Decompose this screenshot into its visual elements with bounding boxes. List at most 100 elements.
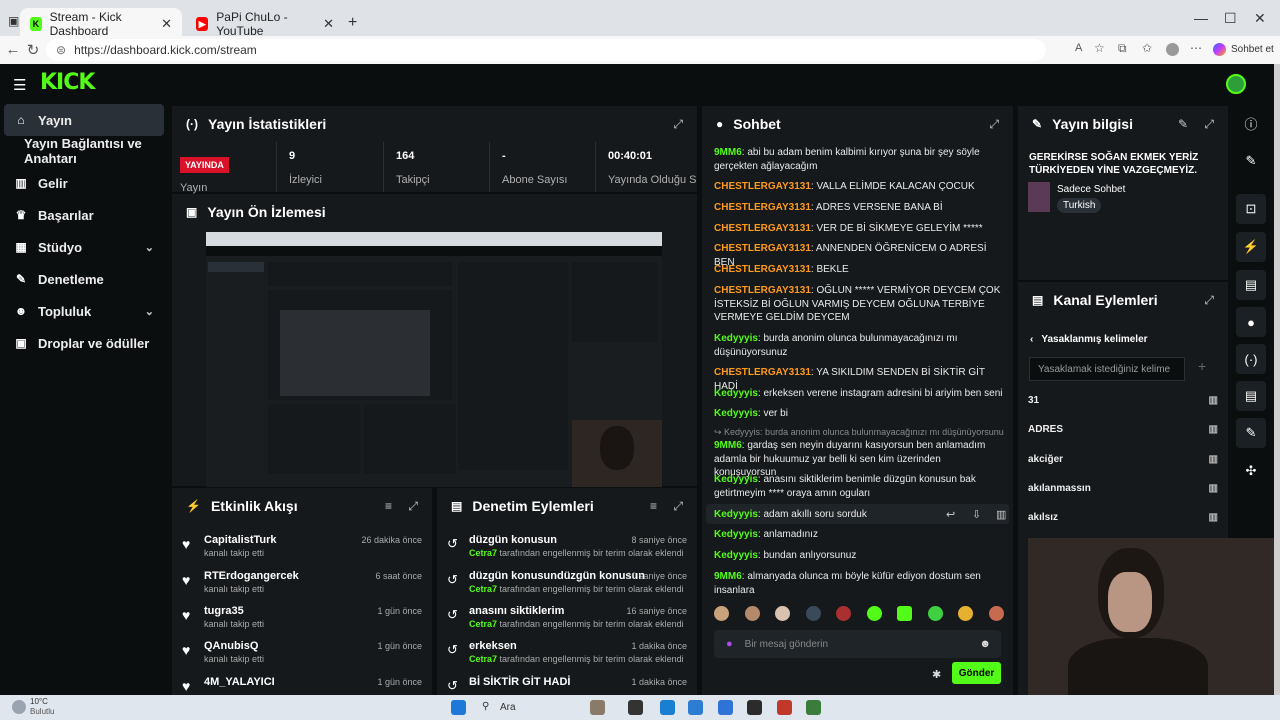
chat-message[interactable]: 9MM6: almanyada olunca mı böyle küfür ed… [714,570,1004,597]
chat-message[interactable]: Kedyyyis: ver bi [714,407,1004,421]
edit-icon[interactable]: ✎ [1236,146,1266,176]
emote-icon[interactable] [805,606,821,621]
read-aloud-icon[interactable]: A [1075,42,1082,54]
stream-preview-video[interactable] [206,232,662,487]
chat-username[interactable]: Kedyyyis [714,550,758,561]
chat-username[interactable]: Kedyyyis [714,408,758,419]
trash-icon[interactable]: ▥ [1209,454,1218,465]
new-tab-icon[interactable]: + [348,14,357,32]
info-icon[interactable]: ⓘ [1236,108,1266,138]
filter-icon[interactable]: ≡ [385,499,392,513]
taskbar-app-icon[interactable] [777,700,792,715]
minimize-icon[interactable]: — [1194,10,1208,26]
emote-icon[interactable] [836,606,852,621]
emote-icon[interactable] [927,606,943,621]
actions-icon[interactable]: ▤ [1236,381,1266,411]
broadcast-icon[interactable]: (·) [1236,344,1266,374]
task-view-icon[interactable] [628,700,643,715]
weather-temp[interactable]: 10°C [30,697,48,706]
chat-message[interactable]: Kedyyyis: adam akıllı soru sorduk [714,508,1004,522]
taskbar-app-icon[interactable] [718,700,733,715]
settings-gear-icon[interactable]: ✱ [932,668,941,681]
chat-message[interactable]: 9MM6: abi bu adam benim kalbimi kırıyor … [714,146,1004,173]
chat-message[interactable]: CHESTLERGAY3131: ADRES VERSENE BANA Bİ [714,201,1004,215]
chat-username[interactable]: 9MM6 [714,571,742,582]
emote-icon[interactable] [988,606,1004,621]
menu-icon[interactable]: ☰ [13,76,26,94]
url-field[interactable]: ⊜ https://dashboard.kick.com/stream [46,39,1046,61]
reply-preview[interactable]: ↪ Kedyyyis: burda anonim olunca bulunmay… [714,426,1004,440]
sidebar-item-denetleme[interactable]: ✎ Denetleme [4,263,164,295]
popout-icon[interactable]: ⤢ [1204,293,1214,308]
tag-badge[interactable]: Turkish [1057,198,1102,213]
sidebar-item-basarilar[interactable]: ♛ Başarılar [4,199,164,231]
chat-username[interactable]: CHESTLERGAY3131 [714,367,811,378]
chat-username[interactable]: 9MM6 [714,147,742,158]
chat-message[interactable]: Kedyyyis: anlamadınız [714,528,1004,542]
activity-name[interactable]: 4M_YALAYICI [204,676,275,688]
mod-user[interactable]: Cetra7 [469,548,497,558]
banned-words-back[interactable]: ‹ Yasaklanmış kelimeler [1030,334,1148,345]
close-tab-icon[interactable]: ✕ [323,16,334,32]
taskbar-app-icon[interactable] [806,700,821,715]
chat-username[interactable]: CHESTLERGAY3131 [714,285,811,296]
sidebar-item-yayin[interactable]: ⌂ Yayın [4,104,164,136]
favorite-star-icon[interactable]: ☆ [1094,41,1105,55]
mic-icon[interactable]: ● [726,638,733,650]
copilot-icon[interactable] [1213,43,1226,56]
popout-icon[interactable]: ⤢ [989,117,999,132]
popout-icon[interactable]: ⤢ [673,499,683,514]
activity-name[interactable]: tugra35 [204,605,244,617]
tab-actions-icon[interactable]: ▣ [8,14,19,28]
screen-icon[interactable]: ⊡ [1236,194,1266,224]
extensions-icon[interactable]: ⧉ [1118,41,1127,56]
chat-message[interactable]: CHESTLERGAY3131: VALLA ELİMDE KALACAN ÇO… [714,180,1004,194]
site-info-icon[interactable]: ⊜ [56,43,66,57]
banned-word-input[interactable]: Yasaklamak istediğiniz kelime [1029,357,1185,381]
chat-username[interactable]: Kedyyyis [714,333,758,344]
user-avatar[interactable] [1226,74,1246,94]
chat-message[interactable]: Kedyyyis: anasını siktiklerim benimle dü… [714,473,1004,500]
obs-icon[interactable] [747,700,762,715]
chat-username[interactable]: Kedyyyis [714,474,758,485]
edit-pencil-icon[interactable]: ✎ [1178,117,1188,131]
emote-icon[interactable] [958,606,974,621]
mod-user[interactable]: Cetra7 [469,619,497,629]
chat-username[interactable]: CHESTLERGAY3131 [714,181,811,192]
chat-input[interactable]: ● Bir mesaj gönderin ☻ [714,630,1001,658]
chat-username[interactable]: Kedyyyis [714,509,758,520]
search-icon[interactable]: ⚲ [482,701,489,712]
sidebar-item-stream-key[interactable]: Yayın Bağlantısı ve Anahtarı [4,135,164,167]
profile-avatar[interactable] [1166,43,1179,56]
reply-icon[interactable]: ↩ [946,508,955,521]
mod-user[interactable]: Cetra7 [469,584,497,594]
sidebar-item-studyo[interactable]: ▦ Stüdyo ⌄ [4,231,164,263]
close-tab-icon[interactable]: ✕ [161,16,172,32]
chat-username[interactable]: 9MM6 [714,440,742,451]
category-name[interactable]: Sadece Sohbet [1057,184,1125,195]
pin-icon[interactable]: ⇩ [972,508,981,521]
trash-icon[interactable]: ▥ [1209,483,1218,494]
sidebar-item-gelir[interactable]: ▥ Gelir [4,167,164,199]
refresh-icon[interactable]: ↻ [20,41,46,59]
sidebar-item-topluluk[interactable]: ☻ Topluluk ⌄ [4,295,164,327]
emote-icon[interactable] [775,606,791,621]
delete-icon[interactable]: ▥ [996,508,1006,521]
trash-icon[interactable]: ▥ [1209,424,1218,435]
emote-icon[interactable] [714,606,729,621]
activity-name[interactable]: CapitalistTurk [204,534,277,546]
trash-icon[interactable]: ▥ [1209,395,1218,406]
close-window-icon[interactable]: ✕ [1254,10,1266,27]
chat-message[interactable]: CHESTLERGAY3131: VER DE Bİ SİKMEYE GELEY… [714,222,1004,236]
emote-icon[interactable] [744,606,760,621]
emote-icon[interactable] [897,606,913,621]
add-word-icon[interactable]: + [1198,358,1206,374]
chat-message[interactable]: CHESTLERGAY3131: BEKLE [714,263,1004,277]
chat-username[interactable]: Kedyyyis [714,388,758,399]
maximize-icon[interactable]: ☐ [1224,10,1237,27]
taskbar-search[interactable]: Ara [500,702,516,713]
kick-logo[interactable]: KICK [40,70,95,95]
popout-icon[interactable]: ⤢ [673,117,683,132]
chat-username[interactable]: CHESTLERGAY3131 [714,223,811,234]
sidebar-item-droplar[interactable]: ▣ Droplar ve ödüller [4,327,164,359]
